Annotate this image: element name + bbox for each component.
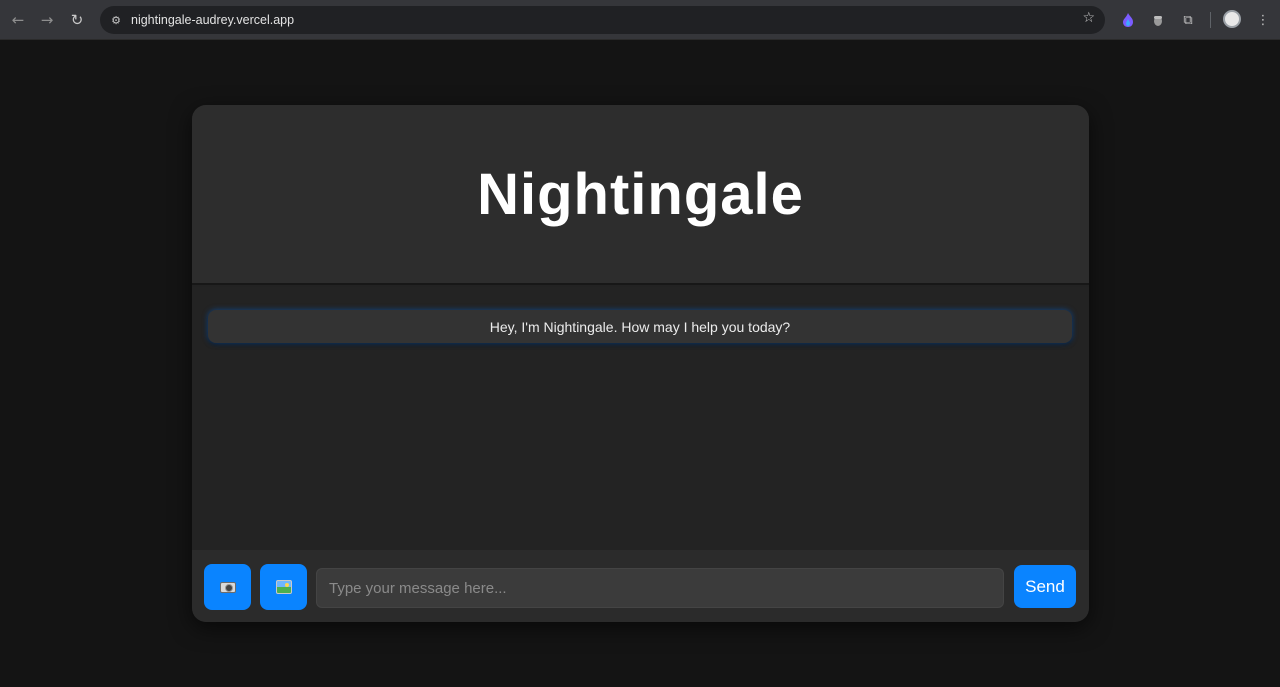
- input-bar: Send: [192, 550, 1089, 622]
- reload-icon[interactable]: ↻: [66, 9, 88, 31]
- assistant-message: Hey, I'm Nightingale. How may I help you…: [208, 310, 1072, 343]
- camera-icon: [219, 581, 236, 593]
- browser-toolbar: ← → ↻ ⚙ nightingale-audrey.vercel.app ☆ …: [0, 0, 1280, 40]
- camera-button[interactable]: [204, 564, 251, 610]
- extensions-puzzle-icon[interactable]: ⧉: [1178, 10, 1198, 30]
- back-icon[interactable]: ←: [7, 9, 29, 31]
- bookmark-star-icon[interactable]: ☆: [1082, 10, 1095, 26]
- browser-menu-icon[interactable]: ⋮: [1253, 10, 1273, 30]
- forward-icon[interactable]: →: [36, 9, 58, 31]
- toolbar-divider: [1210, 12, 1211, 28]
- extension-acorn-icon[interactable]: [1148, 10, 1168, 30]
- image-icon: [275, 580, 292, 594]
- send-button[interactable]: Send: [1014, 565, 1076, 608]
- site-info-icon[interactable]: ⚙: [107, 11, 125, 29]
- image-upload-button[interactable]: [260, 564, 307, 610]
- address-bar[interactable]: ⚙ nightingale-audrey.vercel.app ☆: [100, 6, 1105, 34]
- app-header: Nightingale: [192, 105, 1089, 285]
- message-list[interactable]: Hey, I'm Nightingale. How may I help you…: [192, 287, 1089, 550]
- app-title: Nightingale: [477, 161, 804, 227]
- extension-flame-icon[interactable]: [1118, 10, 1138, 30]
- chat-card: Nightingale Hey, I'm Nightingale. How ma…: [192, 105, 1089, 622]
- message-input[interactable]: [316, 568, 1004, 608]
- profile-avatar[interactable]: [1223, 10, 1241, 28]
- url-text[interactable]: nightingale-audrey.vercel.app: [131, 13, 294, 27]
